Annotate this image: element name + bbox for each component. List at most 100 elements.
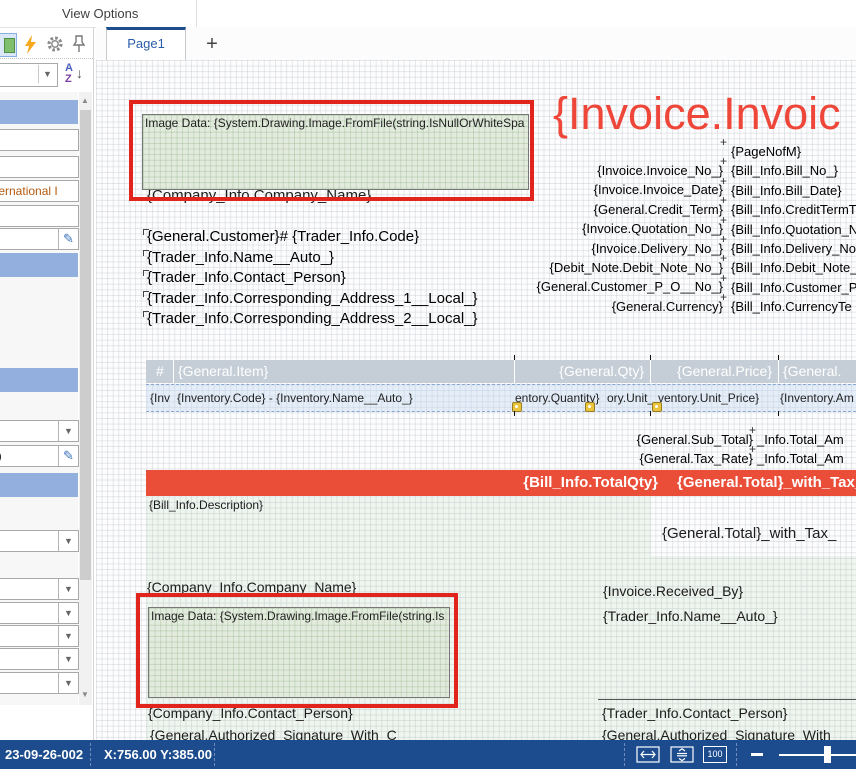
value-field[interactable]: {PageNofM}	[731, 142, 856, 161]
scroll-down-icon[interactable]: ▼	[81, 690, 89, 699]
chevron-down-icon[interactable]: ▼	[58, 673, 78, 693]
subtotal-labels[interactable]: {General.Sub_Total}{General.Tax_Rate}	[637, 430, 753, 469]
chevron-down-icon[interactable]: ▼	[58, 603, 78, 623]
label-field[interactable]: {Invoice.Delivery_No_}	[537, 239, 723, 258]
value-field[interactable]: {Bill_Info.Bill_No_}	[731, 161, 856, 180]
menu-view-options[interactable]: View Options	[62, 6, 138, 21]
customer-block[interactable]: {General.Customer}# {Trader_Info.Code}{T…	[147, 227, 478, 330]
total-with-tax-text[interactable]: {General.Total}_with_Tax_	[662, 525, 836, 542]
signature-image-placeholder[interactable]: Image Data: {System.Drawing.Image.FromFi…	[148, 607, 450, 698]
cell-item[interactable]: {Inventory.Code} - {Inventory.Name__Auto…	[177, 391, 413, 405]
col-item[interactable]: {General.Item}	[178, 363, 268, 379]
col-amount[interactable]: {General.	[783, 363, 841, 379]
scrollbar-thumb[interactable]	[80, 110, 91, 580]
subtotal-value[interactable]: _Info.Total_Am	[757, 449, 844, 468]
chevron-down-icon[interactable]: ▼	[58, 649, 78, 669]
chevron-down-icon[interactable]: ▼	[58, 421, 78, 441]
value-field[interactable]: {Bill_Info.Delivery_No	[731, 239, 856, 258]
sidebar-combo-6[interactable]: ▼	[0, 648, 79, 670]
received-by-field[interactable]: {Invoice.Received_By}	[603, 583, 743, 599]
total-band[interactable]: {Bill_Info.TotalQty} {General.Total}_wit…	[146, 470, 856, 496]
sidebar-group-header[interactable]	[0, 100, 78, 124]
sidebar-combo-2[interactable]: ▼	[0, 530, 79, 552]
zoom-out-button[interactable]	[751, 753, 763, 756]
value-field[interactable]: {Bill_Info.Quotation_N	[731, 220, 856, 239]
customer-field[interactable]: {Trader_Info.Corresponding_Address_1__Lo…	[147, 289, 478, 310]
fit-page-button[interactable]	[670, 746, 694, 768]
col-price[interactable]: {General.Price}	[652, 363, 772, 379]
sidebar-input-3[interactable]	[0, 205, 79, 227]
sidebar-input-2[interactable]	[0, 156, 79, 178]
authorized-signature-field-2[interactable]: {General.Authorized_Signature_With	[602, 727, 831, 740]
total-qty-field[interactable]: {Bill_Info.TotalQty}	[523, 474, 658, 491]
subtotal-value[interactable]: _Info.Total_Am	[757, 430, 844, 449]
sidebar-group-header[interactable]	[0, 368, 78, 392]
sidebar-scrollbar[interactable]: ▲ ▼	[79, 92, 92, 705]
label-field[interactable]: {Invoice.Quotation_No_}	[537, 219, 723, 238]
trader-contact-field[interactable]: {Trader_Info.Contact_Person}	[602, 705, 788, 721]
customer-field[interactable]: {Trader_Info.Corresponding_Address_2__Lo…	[147, 309, 478, 330]
tab-page1[interactable]: Page1	[106, 27, 186, 60]
value-field[interactable]: {Bill_Info.Debit_Note_	[731, 258, 856, 277]
sidebar-input-edit-1[interactable]: ✎	[0, 228, 79, 250]
lightning-icon[interactable]	[19, 33, 41, 55]
scroll-up-icon[interactable]: ▲	[81, 96, 89, 105]
chevron-down-icon[interactable]: ▼	[58, 579, 78, 599]
customer-field[interactable]: {Trader_Info.Contact_Person}	[147, 268, 478, 289]
pencil-icon[interactable]: ✎	[58, 229, 78, 249]
cell-num[interactable]: {Inv	[150, 391, 170, 405]
highlight-box-logo[interactable]: Image Data: {System.Drawing.Image.FromFi…	[129, 100, 534, 201]
zoom-slider-handle[interactable]	[824, 746, 831, 763]
sidebar-group-header[interactable]	[0, 473, 78, 497]
logo-image-placeholder[interactable]: Image Data: {System.Drawing.Image.FromFi…	[142, 114, 529, 190]
customer-field[interactable]: {General.Customer}# {Trader_Info.Code}	[147, 227, 478, 248]
zoom-slider-track[interactable]	[779, 754, 856, 756]
chevron-down-icon[interactable]: ▼	[38, 65, 56, 83]
subtotal-label[interactable]: {General.Sub_Total}	[637, 430, 753, 449]
detail-row-band[interactable]: {Inv {Inventory.Code} - {Inventory.Name_…	[146, 384, 856, 412]
sidebar-group-header[interactable]	[0, 253, 78, 277]
fit-width-button[interactable]	[636, 746, 660, 768]
cell-amount[interactable]: {Inventory.Am	[780, 391, 854, 405]
col-num[interactable]: #	[156, 363, 164, 379]
authorized-signature-field[interactable]: {General.Authorized_Signature_With_C	[150, 727, 397, 740]
invoice-title-field[interactable]: {Invoice.Invoic	[553, 88, 841, 140]
col-qty[interactable]: {General.Qty}	[514, 363, 644, 379]
sidebar-combo-3[interactable]: ▼	[0, 578, 79, 600]
highlight-box-signature[interactable]: Image Data: {System.Drawing.Image.FromFi…	[136, 593, 458, 708]
label-field[interactable]: {General.Currency}	[537, 297, 723, 316]
sort-az-icon[interactable]: A Z ↓	[63, 63, 89, 87]
sidebar-combo-1[interactable]: ▼	[0, 420, 79, 442]
total-with-tax-field[interactable]: {General.Total}_with_Tax_	[677, 474, 856, 491]
value-field[interactable]: {Bill_Info.Bill_Date}	[731, 181, 856, 200]
value-field[interactable]: {Bill_Info.CurrencyTe	[731, 297, 856, 316]
customer-field[interactable]: {Trader_Info.Name__Auto_}	[147, 248, 478, 269]
value-field[interactable]: {Bill_Info.Customer_P	[731, 278, 856, 297]
sidebar-input-international[interactable]: International I	[0, 180, 79, 202]
label-field[interactable]: {General.Credit_Term}	[537, 200, 723, 219]
sidebar-combo-4[interactable]: ▼	[0, 602, 79, 624]
subtotal-label[interactable]: {General.Tax_Rate}	[637, 449, 753, 468]
design-canvas[interactable]: {Invoice.Invoic {Company_Info.Company_Na…	[96, 60, 856, 740]
add-page-button[interactable]: +	[200, 29, 224, 59]
trader-name-field[interactable]: {Trader_Info.Name__Auto_}	[603, 608, 778, 624]
zoom-100-button[interactable]: 100	[703, 746, 727, 763]
bill-info-column[interactable]: {PageNofM}{Bill_Info.Bill_No_}{Bill_Info…	[731, 142, 856, 317]
cell-unit[interactable]: ory.Unit_	[607, 391, 654, 405]
sidebar-combo-5[interactable]: ▼	[0, 625, 79, 647]
pencil-icon[interactable]: ✎	[58, 446, 78, 466]
description-field[interactable]: {Bill_Info.Description}	[149, 498, 263, 512]
subtotal-values[interactable]: _Info.Total_Am_Info.Total_Am	[757, 430, 844, 469]
panel-icon[interactable]	[0, 33, 17, 57]
sidebar-input-edit-2[interactable]: gs)✎	[0, 445, 79, 467]
pin-icon[interactable]	[68, 33, 90, 55]
chevron-down-icon[interactable]: ▼	[58, 626, 78, 646]
label-field[interactable]: {General.Customer_P_O__No_}	[537, 277, 723, 296]
gear-icon[interactable]	[44, 33, 66, 55]
cell-price[interactable]: ventory.Unit_Price}	[658, 391, 759, 405]
label-field[interactable]: {Debit_Note.Debit_Note_No_}	[537, 258, 723, 277]
sidebar-input-1[interactable]	[0, 129, 79, 151]
chevron-down-icon[interactable]: ▼	[58, 531, 78, 551]
toolbar-combobox[interactable]: ▼	[0, 63, 58, 87]
label-field[interactable]: {Invoice.Invoice_Date}	[537, 180, 723, 199]
